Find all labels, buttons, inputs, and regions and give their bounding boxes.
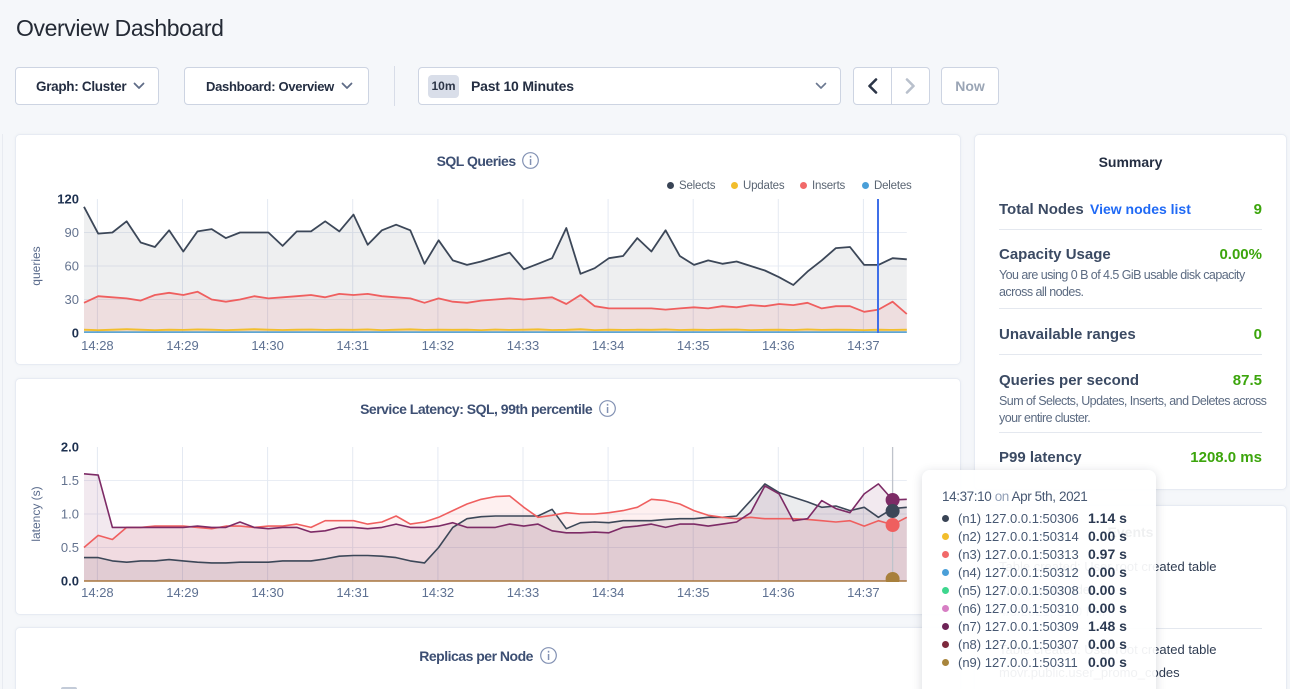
svg-text:14:31: 14:31 bbox=[336, 338, 369, 353]
svg-text:14:37: 14:37 bbox=[847, 338, 880, 353]
svg-text:14:36: 14:36 bbox=[762, 338, 795, 353]
svg-text:1.0: 1.0 bbox=[61, 507, 79, 522]
svg-text:30: 30 bbox=[65, 292, 79, 307]
svg-text:queries: queries bbox=[29, 246, 43, 285]
svg-text:latency (s): latency (s) bbox=[29, 486, 43, 541]
svg-text:14:33: 14:33 bbox=[507, 338, 540, 353]
svg-text:14:34: 14:34 bbox=[592, 338, 625, 353]
svg-text:14:29: 14:29 bbox=[166, 338, 199, 353]
svg-text:14:28: 14:28 bbox=[81, 585, 114, 600]
svg-text:14:29: 14:29 bbox=[166, 585, 199, 600]
svg-text:14:37: 14:37 bbox=[847, 585, 880, 600]
svg-text:60: 60 bbox=[65, 259, 79, 274]
svg-text:14:28: 14:28 bbox=[81, 338, 114, 353]
svg-text:14:30: 14:30 bbox=[251, 338, 284, 353]
svg-text:14:32: 14:32 bbox=[422, 338, 455, 353]
svg-text:0.5: 0.5 bbox=[61, 540, 79, 555]
svg-text:120: 120 bbox=[57, 192, 79, 207]
svg-text:14:31: 14:31 bbox=[336, 585, 369, 600]
svg-text:14:30: 14:30 bbox=[251, 585, 284, 600]
svg-text:2.0: 2.0 bbox=[61, 440, 79, 455]
svg-text:90: 90 bbox=[65, 225, 79, 240]
svg-text:14:32: 14:32 bbox=[422, 585, 455, 600]
svg-text:14:35: 14:35 bbox=[677, 585, 710, 600]
svg-text:0: 0 bbox=[72, 326, 79, 341]
svg-text:14:34: 14:34 bbox=[592, 585, 625, 600]
svg-text:14:33: 14:33 bbox=[507, 585, 540, 600]
svg-text:14:35: 14:35 bbox=[677, 338, 710, 353]
svg-text:0.0: 0.0 bbox=[61, 574, 79, 589]
svg-text:14:36: 14:36 bbox=[762, 585, 795, 600]
svg-text:1.5: 1.5 bbox=[61, 473, 79, 488]
